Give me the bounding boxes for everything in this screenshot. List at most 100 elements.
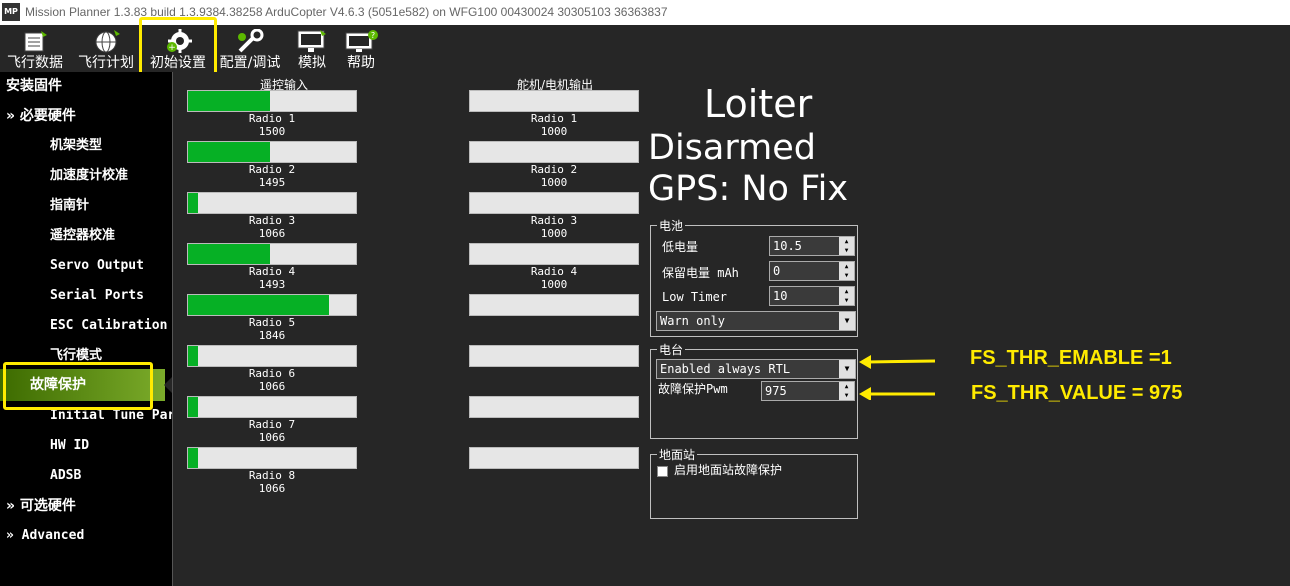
annotation-arrow bbox=[866, 359, 936, 364]
simulation-monitor-icon bbox=[297, 30, 326, 52]
rc-input-channel: Radio 4 1493 bbox=[187, 243, 357, 291]
rc-input-channel-name: Radio 2 bbox=[248, 163, 296, 176]
rc-input-bar bbox=[187, 192, 357, 214]
annotation-thr-value: FS_THR_VALUE = 975 bbox=[971, 382, 1183, 404]
help-button[interactable]: ? 帮助 bbox=[338, 25, 384, 72]
failsafe-pwm-stepper[interactable]: 975 ▲ ▼ bbox=[761, 381, 855, 401]
servo-output-channel-name: Radio 3 bbox=[530, 214, 578, 227]
gps-status-text: GPS: No Fix bbox=[648, 169, 849, 209]
rc-input-channel-value: 1066 bbox=[258, 482, 286, 495]
battery-failsafe-group: 电池 低电量 10.5 ▲ ▼ 保留电量 mAh 0 ▲ ▼ Low Timer 1… bbox=[650, 217, 858, 337]
chevron-down-icon[interactable]: ▼ bbox=[839, 312, 855, 330]
servo-output-channel bbox=[469, 345, 639, 367]
annotation-thr-enable: FS_THR_EMABLE =1 bbox=[970, 347, 1172, 369]
rc-input-channel-name: Radio 6 bbox=[248, 367, 296, 380]
stepper-arrows-icon[interactable]: ▲ ▼ bbox=[839, 262, 854, 280]
rc-input-bar-fill bbox=[188, 397, 199, 417]
gcs-failsafe-label: 启用地面站故障保护 bbox=[674, 463, 783, 477]
battery-action-select[interactable]: Warn only ▼ bbox=[656, 311, 856, 331]
rc-input-bar bbox=[187, 447, 357, 469]
rc-input-channel-value: 1495 bbox=[258, 176, 286, 189]
rc-input-channel-value: 1066 bbox=[258, 227, 286, 240]
battery-action-value: Warn only bbox=[660, 314, 726, 328]
failsafe-panel: 遥控输入 Radio 1 1500 Radio 2 1495 Radio 3 1066 Ra… bbox=[172, 72, 1290, 586]
rc-input-channel: Radio 3 1066 bbox=[187, 192, 357, 240]
sidebar-item-serial-ports[interactable]: Serial Ports bbox=[50, 282, 144, 312]
sidebar-item-frame-type[interactable]: 机架类型 bbox=[50, 132, 102, 162]
low-timer-stepper[interactable]: 10 ▲ ▼ bbox=[769, 286, 855, 306]
rc-input-bar bbox=[187, 243, 357, 265]
simulation-button[interactable]: 模拟 bbox=[288, 25, 336, 72]
reserved-mah-stepper[interactable]: 0 ▲ ▼ bbox=[769, 261, 855, 281]
sidebar-item-advanced[interactable]: » Advanced bbox=[6, 522, 84, 552]
flight-plan-globe-icon bbox=[95, 30, 120, 53]
sidebar-item-servo-output[interactable]: Servo Output bbox=[50, 252, 144, 282]
stepper-arrows-icon[interactable]: ▲ ▼ bbox=[839, 382, 854, 400]
config-tuning-button[interactable]: 配置/调试 bbox=[216, 25, 284, 72]
rc-input-bar-fill bbox=[188, 193, 199, 213]
config-tuning-wrench-icon bbox=[238, 29, 264, 53]
app-logo-icon: MP bbox=[2, 3, 20, 21]
sidebar-item-optional-hardware[interactable]: » 可选硬件 bbox=[6, 492, 76, 522]
failsafe-highlight bbox=[3, 362, 153, 410]
sidebar-item-mandatory-hardware[interactable]: » 必要硬件 bbox=[6, 102, 76, 132]
failsafe-pwm-label: 故障保护Pwm bbox=[658, 382, 728, 396]
chevron-down-icon[interactable]: ▼ bbox=[839, 360, 855, 378]
servo-output-channel-value: 1000 bbox=[540, 227, 568, 240]
sidebar-item-hw-id[interactable]: HW ID bbox=[50, 432, 89, 462]
reserved-mah-value: 0 bbox=[773, 264, 781, 278]
toolbar-label: 飞行数据 bbox=[7, 55, 63, 71]
stepper-arrows-icon[interactable]: ▲ ▼ bbox=[839, 237, 854, 255]
radio-failsafe-action-select[interactable]: Enabled always RTL ▼ bbox=[656, 359, 856, 379]
servo-output-channel-name: Radio 4 bbox=[530, 265, 578, 278]
toolbar-label: 飞行计划 bbox=[78, 55, 134, 71]
radio-failsafe-group: 电台 Enabled always RTL ▼ 故障保护Pwm 975 ▲ ▼ bbox=[650, 341, 858, 439]
radio-failsafe-action-value: Enabled always RTL bbox=[660, 362, 791, 376]
rc-input-bar-fill bbox=[188, 448, 199, 468]
servo-output-channel: Radio 4 1000 bbox=[469, 243, 639, 291]
rc-input-channel-value: 1066 bbox=[258, 431, 286, 444]
rc-input-bar-fill bbox=[188, 142, 271, 162]
low-timer-value: 10 bbox=[773, 289, 788, 303]
servo-output-channel bbox=[469, 447, 639, 469]
gcs-failsafe-group: 地面站 启用地面站故障保护 bbox=[650, 446, 858, 519]
radio-legend: 电台 bbox=[657, 341, 686, 358]
gcs-failsafe-checkbox[interactable] bbox=[657, 466, 668, 477]
toolbar-label: 配置/调试 bbox=[219, 55, 281, 71]
rc-input-channel-name: Radio 5 bbox=[248, 316, 296, 329]
servo-output-channel: Radio 2 1000 bbox=[469, 141, 639, 189]
low-voltage-label: 低电量 bbox=[662, 240, 699, 254]
rc-input-channel: Radio 2 1495 bbox=[187, 141, 357, 189]
sidebar-item-adsb[interactable]: ADSB bbox=[50, 462, 81, 492]
flight-plan-button[interactable]: 飞行计划 bbox=[72, 25, 140, 72]
failsafe-pwm-value: 975 bbox=[765, 384, 787, 398]
rc-input-channel-value: 1500 bbox=[258, 125, 286, 138]
servo-output-channel: Radio 3 1000 bbox=[469, 192, 639, 240]
rc-input-bar bbox=[187, 345, 357, 367]
reserved-mah-label: 保留电量 mAh bbox=[662, 266, 739, 280]
sidebar-item-install-firmware[interactable]: 安装固件 bbox=[6, 72, 62, 102]
low-voltage-stepper[interactable]: 10.5 ▲ ▼ bbox=[769, 236, 855, 256]
sidebar-item-esc-calibration[interactable]: ESC Calibration bbox=[50, 312, 167, 342]
toolbar-label: 模拟 bbox=[298, 55, 326, 71]
servo-output-bar bbox=[469, 141, 639, 163]
stepper-arrows-icon[interactable]: ▲ ▼ bbox=[839, 287, 854, 305]
rc-input-channel: Radio 5 1846 bbox=[187, 294, 357, 342]
toolbar-label: 帮助 bbox=[347, 55, 375, 71]
servo-output-channel-value: 1000 bbox=[540, 176, 568, 189]
servo-output-channel-name: Radio 2 bbox=[530, 163, 578, 176]
flight-data-button[interactable]: 飞行数据 bbox=[0, 25, 70, 72]
servo-output-channel-value: 1000 bbox=[540, 278, 568, 291]
rc-input-bar bbox=[187, 294, 357, 316]
sidebar-item-accel-calibration[interactable]: 加速度计校准 bbox=[50, 162, 128, 192]
arm-state-text: Disarmed bbox=[648, 128, 816, 168]
rc-input-channel-value: 1846 bbox=[258, 329, 286, 342]
servo-output-channel bbox=[469, 294, 639, 316]
battery-legend: 电池 bbox=[657, 217, 686, 234]
low-voltage-value: 10.5 bbox=[773, 239, 802, 253]
servo-output-bar bbox=[469, 345, 639, 367]
sidebar-item-compass[interactable]: 指南针 bbox=[50, 192, 89, 222]
servo-output-channel-value: 1000 bbox=[540, 125, 568, 138]
rc-input-bar bbox=[187, 90, 357, 112]
sidebar-item-radio-calibration[interactable]: 遥控器校准 bbox=[50, 222, 115, 252]
